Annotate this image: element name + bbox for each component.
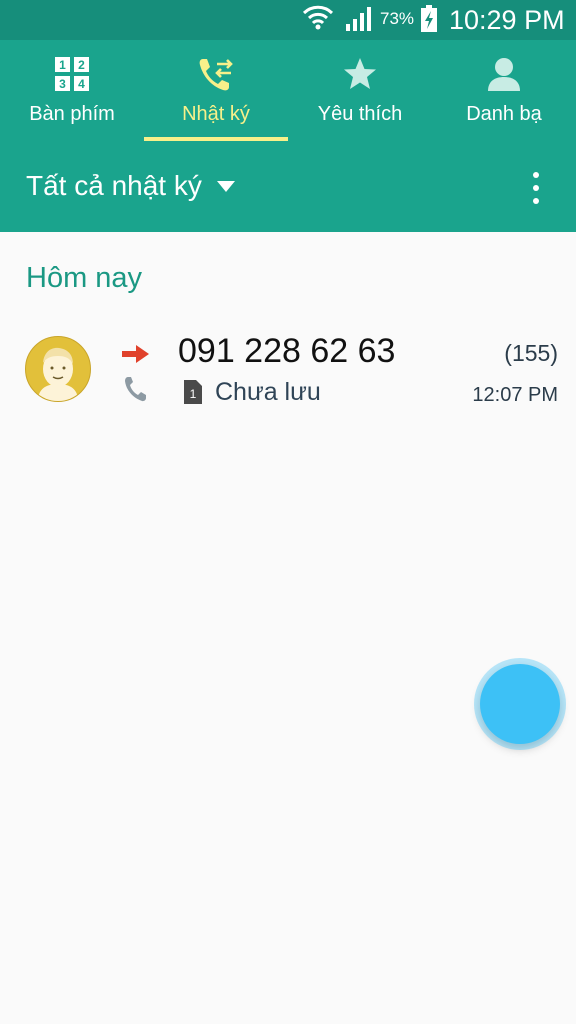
svg-text:2: 2 xyxy=(78,58,85,72)
active-tab-indicator xyxy=(144,137,288,141)
tab-contacts[interactable]: Danh bạ xyxy=(432,40,576,144)
call-time: 12:07 PM xyxy=(472,384,558,406)
svg-text:4: 4 xyxy=(78,77,85,91)
signal-icon xyxy=(346,7,371,31)
call-log-icon xyxy=(199,59,233,91)
outgoing-arrow-icon xyxy=(122,345,149,363)
call-log-row[interactable]: 091 228 62 63 (155) 1 Chưa lưu 12:07 PM xyxy=(0,322,576,422)
phone-number: 091 228 62 63 xyxy=(178,332,396,370)
clock: 10:29 PM xyxy=(449,5,565,35)
contact-icon xyxy=(488,58,520,91)
floating-action-button[interactable] xyxy=(480,664,560,744)
tab-call-log[interactable]: Nhật ký xyxy=(144,40,288,144)
avatar[interactable] xyxy=(25,336,91,402)
tab-label: Yêu thích xyxy=(317,103,403,125)
tab-favorites[interactable]: Yêu thích xyxy=(288,40,432,144)
wifi-icon xyxy=(302,5,334,30)
status-bar: 73% 10:29 PM xyxy=(0,0,576,40)
tab-keypad[interactable]: 1 2 3 4 Bàn phím xyxy=(0,40,144,144)
person-face-icon xyxy=(38,347,78,401)
tab-label: Nhật ký xyxy=(182,103,250,125)
star-icon xyxy=(344,58,376,89)
dropdown-caret-icon[interactable] xyxy=(217,181,235,192)
svg-text:1: 1 xyxy=(59,58,66,72)
tab-label: Bàn phím xyxy=(29,103,115,125)
sim-card-icon: 1 xyxy=(184,380,202,404)
sim-number: 1 xyxy=(190,387,197,401)
svg-text:3: 3 xyxy=(59,77,66,91)
tab-bar: 1 2 3 4 Bàn phím Nhật ký Yêu thích Danh … xyxy=(0,40,576,144)
tab-label: Danh bạ xyxy=(466,103,542,125)
call-log-filter-dropdown[interactable]: Tất cả nhật ký xyxy=(26,170,202,202)
section-title: Hôm nay xyxy=(26,262,143,294)
call-count: (155) xyxy=(504,340,558,366)
battery-charging-icon xyxy=(421,5,437,32)
battery-percent: 73% xyxy=(380,9,415,28)
filter-bar: Tất cả nhật ký xyxy=(0,144,576,232)
more-options-icon[interactable] xyxy=(524,168,548,208)
contact-status: Chưa lưu xyxy=(215,378,321,406)
keypad-icon: 1 2 3 4 xyxy=(55,57,89,91)
phone-icon xyxy=(125,377,146,402)
